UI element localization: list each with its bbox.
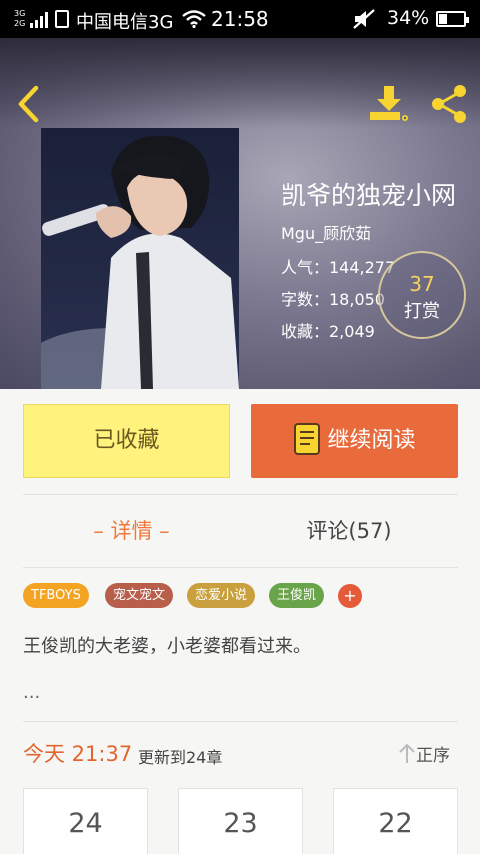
update-time: 今天 21:37 [23, 742, 133, 766]
expand-description[interactable]: ... [23, 682, 40, 703]
battery-percent: 34% [387, 7, 430, 29]
tab-detail[interactable]: – 详情 – [23, 496, 240, 566]
tag-romance[interactable]: 恋爱小说 [187, 583, 256, 608]
tag-pet-novel[interactable]: 宠文宠文 [105, 583, 174, 608]
carrier-name: 中国电信3G [76, 12, 174, 33]
popularity-stat: 人气：144,277 [281, 258, 396, 277]
divider [23, 721, 458, 722]
download-icon[interactable] [366, 82, 412, 126]
network-type: 3G 2G [14, 9, 25, 29]
wifi-icon [182, 10, 206, 28]
book-cover-image [41, 128, 239, 389]
collected-button[interactable]: 已收藏 [23, 404, 230, 478]
chapter-item[interactable]: 23 [178, 788, 303, 854]
back-icon[interactable] [12, 82, 48, 126]
favorites-stat: 收藏：2,049 [281, 322, 375, 341]
word-count-stat: 字数：18,050 [281, 290, 385, 309]
divider [23, 494, 458, 495]
status-bar: 3G 2G 中国电信3G 21:58 34% [0, 0, 480, 38]
tag-wang-junkai[interactable]: 王俊凯 [269, 583, 325, 608]
battery-icon [436, 11, 469, 27]
sort-order-button[interactable]: 正序 [398, 741, 450, 766]
continue-reading-label: 继续阅读 [327, 428, 416, 453]
sim-icon [55, 10, 69, 28]
book-header: 凯爷的独宠小网 Mgu_顾欣茹 人气：144,277 字数：18,050 收藏：… [0, 38, 480, 389]
book-title: 凯爷的独宠小网 [281, 181, 457, 210]
divider [23, 567, 458, 568]
continue-reading-button[interactable]: 继续阅读 [251, 404, 458, 478]
network-type-bottom: 2G [14, 19, 26, 28]
tip-count: 37 [409, 272, 435, 296]
book-description: 王俊凯的大老婆，小老婆都看过来。 [23, 636, 311, 657]
share-icon[interactable] [428, 82, 472, 126]
signal-icon [30, 12, 48, 28]
book-author[interactable]: Mgu_顾欣茹 [281, 220, 371, 244]
tip-label: 打赏 [404, 301, 440, 322]
chapter-item[interactable]: 24 [23, 788, 148, 854]
update-chapter-text: 更新到24章 [138, 748, 223, 767]
tag-tfboys[interactable]: TFBOYS [23, 583, 89, 608]
tip-button[interactable]: 37 打赏 [378, 251, 466, 339]
add-tag-button[interactable]: + [338, 584, 362, 608]
tab-comments[interactable]: 评论(57) [240, 496, 458, 566]
arrow-up-icon [399, 743, 415, 763]
sort-order-label: 正序 [416, 746, 450, 766]
book-icon [294, 423, 321, 455]
chapter-item[interactable]: 22 [333, 788, 458, 854]
mute-icon [353, 9, 375, 29]
clock: 21:58 [211, 7, 269, 31]
network-type-top: 3G [14, 9, 26, 18]
